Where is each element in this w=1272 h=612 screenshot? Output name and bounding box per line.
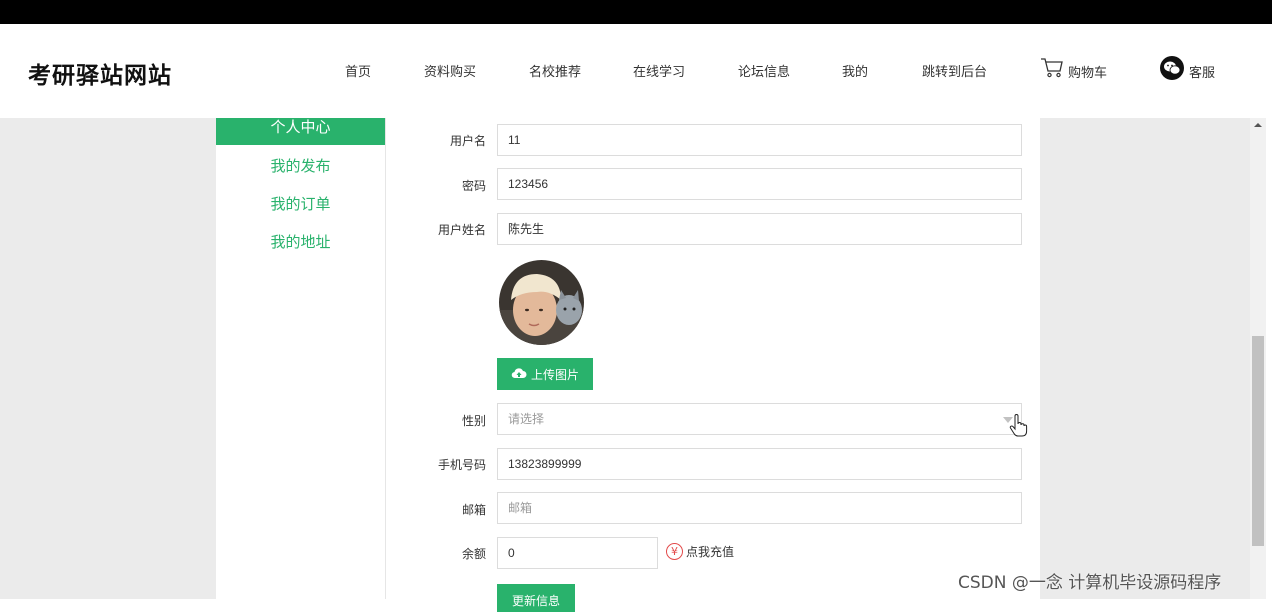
update-info-label: 更新信息 bbox=[511, 594, 560, 608]
realname-label: 用户姓名 bbox=[437, 223, 486, 237]
recharge-link[interactable]: ¥ 点我充值 bbox=[666, 543, 734, 560]
right-gutter bbox=[1040, 118, 1250, 599]
nav-item-schools[interactable]: 名校推荐 bbox=[529, 61, 581, 80]
password-field[interactable]: 123456 bbox=[497, 168, 1022, 200]
upload-image-button[interactable]: 上传图片 bbox=[497, 358, 593, 390]
nav-item-learning[interactable]: 在线学习 bbox=[633, 61, 685, 80]
username-field[interactable]: 11 bbox=[497, 124, 1022, 156]
upload-image-label: 上传图片 bbox=[530, 367, 579, 382]
email-field[interactable]: 邮箱 bbox=[497, 492, 1022, 524]
sidebar-item-address[interactable]: 我的地址 bbox=[216, 231, 385, 252]
cart-icon bbox=[1040, 57, 1064, 79]
service-label: 客服 bbox=[1189, 66, 1216, 81]
phone-label: 手机号码 bbox=[437, 458, 486, 472]
password-label: 密码 bbox=[461, 179, 486, 193]
sidebar-item-profile[interactable]: 个人中心 bbox=[216, 118, 385, 145]
balance-label: 余额 bbox=[461, 547, 486, 561]
sidebar-item-posts[interactable]: 我的发布 bbox=[216, 155, 385, 176]
phone-field[interactable]: 13823899999 bbox=[497, 448, 1022, 480]
cart-label: 购物车 bbox=[1068, 66, 1108, 81]
page-scrollbar[interactable] bbox=[1250, 118, 1266, 599]
nav-item-mine[interactable]: 我的 bbox=[842, 61, 868, 80]
wechat-icon bbox=[1159, 55, 1185, 81]
avatar bbox=[499, 260, 584, 345]
nav-item-admin[interactable]: 跳转到后台 bbox=[922, 61, 987, 80]
username-label: 用户名 bbox=[449, 134, 486, 148]
nav-service[interactable]: 客服 bbox=[1159, 54, 1215, 81]
scroll-thumb[interactable] bbox=[1252, 336, 1264, 546]
nav-item-materials[interactable]: 资料购买 bbox=[424, 61, 476, 80]
balance-field[interactable]: 0 bbox=[497, 537, 658, 569]
sidebar-item-orders[interactable]: 我的订单 bbox=[216, 193, 385, 214]
update-info-button[interactable]: 更新信息 bbox=[497, 584, 575, 612]
cloud-upload-icon bbox=[511, 367, 527, 382]
sidebar-divider bbox=[385, 118, 386, 599]
site-logo[interactable]: 考研驿站网站 bbox=[28, 56, 172, 90]
nav-item-home[interactable]: 首页 bbox=[345, 61, 371, 80]
top-navigation: 考研驿站网站 首页 资料购买 名校推荐 在线学习 论坛信息 我的 跳转到后台 购… bbox=[0, 24, 1272, 118]
main-content: 个人中心 我的发布 我的订单 我的地址 用户名 11 密码 123456 用户姓… bbox=[0, 118, 1272, 612]
nav-cart[interactable]: 购物车 bbox=[1040, 54, 1107, 81]
watermark: CSDN @一念 计算机毕设源码程序 bbox=[958, 573, 1222, 593]
left-gutter bbox=[0, 118, 216, 599]
nav-item-forum[interactable]: 论坛信息 bbox=[738, 61, 790, 80]
recharge-label: 点我充值 bbox=[686, 545, 735, 559]
gender-label: 性别 bbox=[461, 414, 486, 428]
hand-cursor-icon bbox=[1009, 413, 1029, 442]
window-top-bar bbox=[0, 0, 1272, 24]
gender-select[interactable]: 请选择 bbox=[497, 403, 1022, 435]
realname-field[interactable]: 陈先生 bbox=[497, 213, 1022, 245]
email-label: 邮箱 bbox=[461, 503, 486, 517]
scroll-up-arrow-icon[interactable] bbox=[1250, 122, 1266, 134]
yen-icon: ¥ bbox=[666, 543, 683, 560]
